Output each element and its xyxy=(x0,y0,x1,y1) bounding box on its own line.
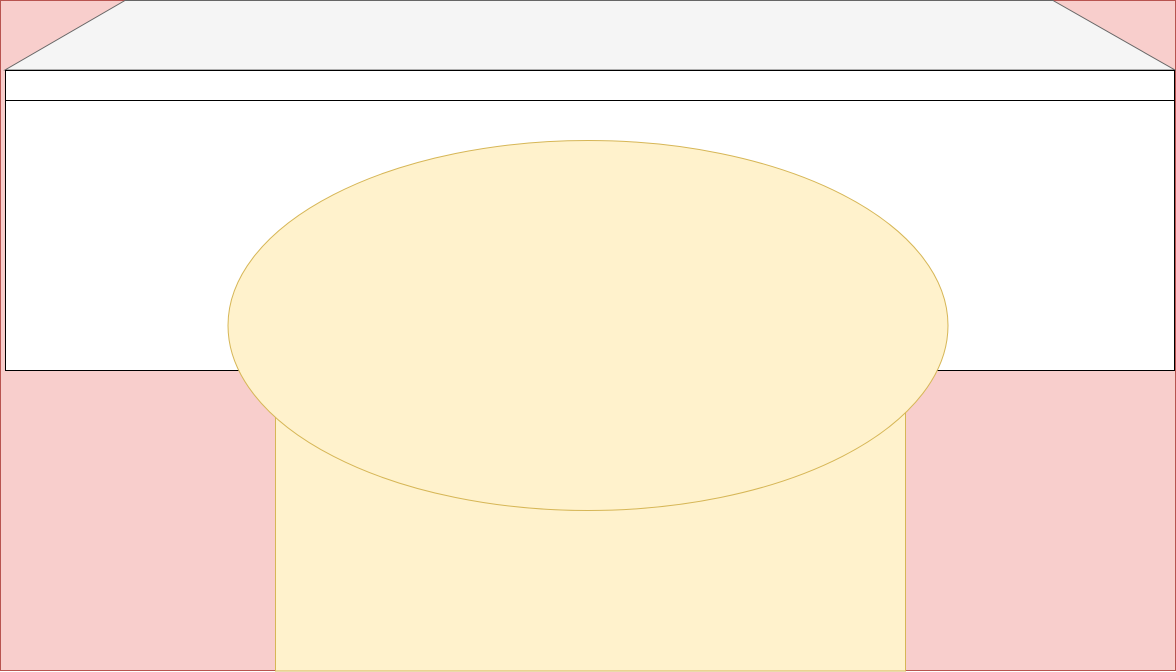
top-surface[interactable] xyxy=(3,0,1176,71)
ellipse-shape[interactable] xyxy=(227,140,949,511)
diagram-svg xyxy=(0,0,1176,672)
diagram-canvas xyxy=(0,0,1176,672)
header-strip[interactable] xyxy=(5,70,1175,101)
